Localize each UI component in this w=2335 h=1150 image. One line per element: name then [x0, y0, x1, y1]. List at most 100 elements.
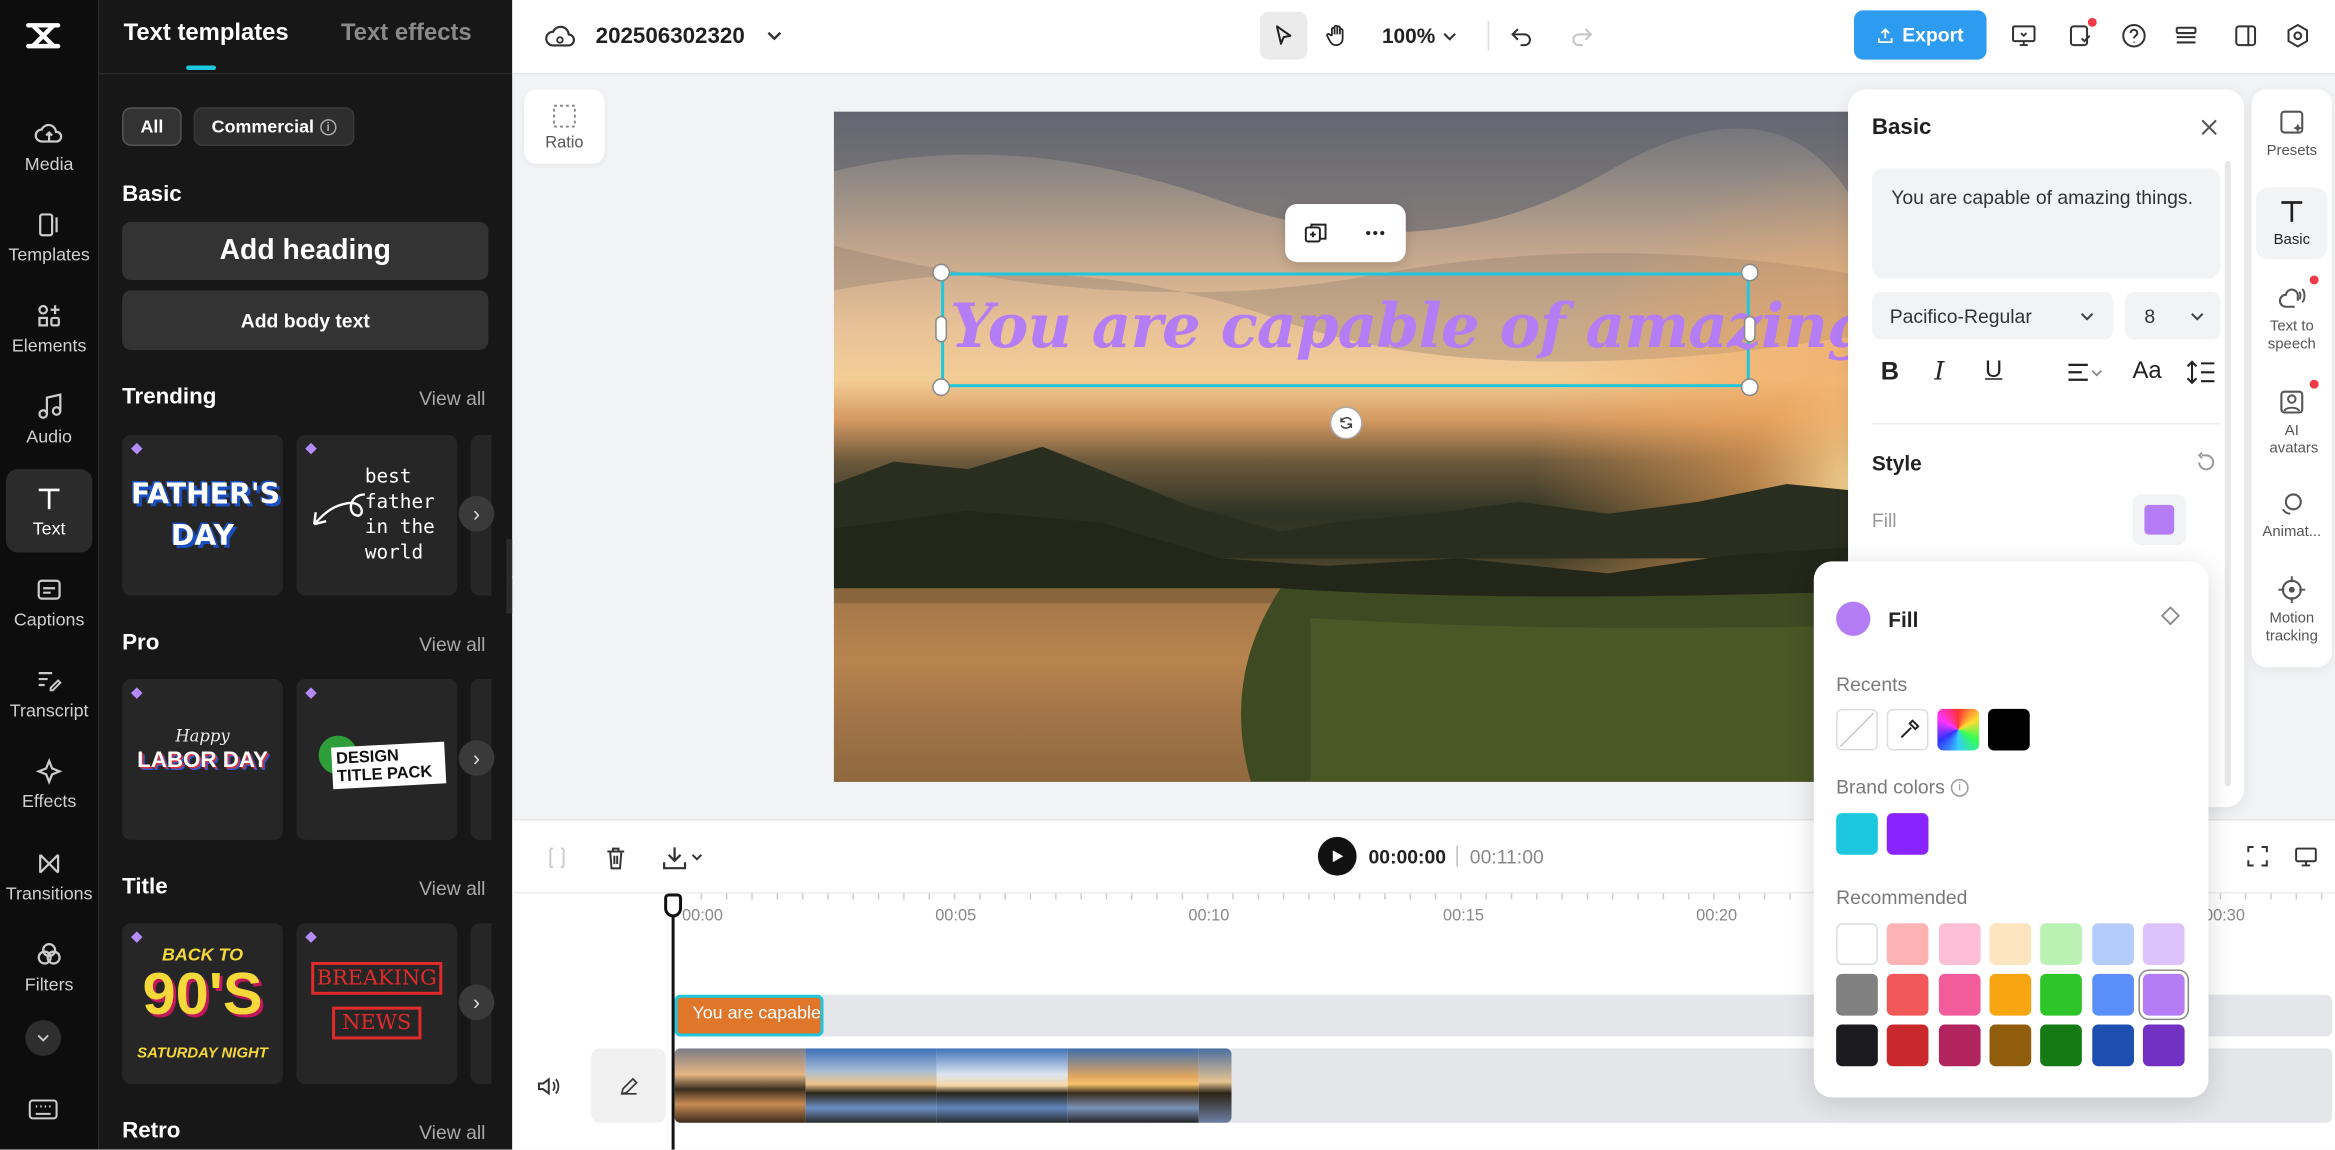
recommended-color-swatch[interactable]: [2142, 923, 2185, 965]
template-card-fathers-day[interactable]: ◆ FATHER'S DAY: [122, 434, 283, 596]
pro-next-button[interactable]: ›: [458, 740, 495, 776]
font-size-select[interactable]: 8: [2125, 291, 2221, 340]
text-clip[interactable]: You are capable: [674, 994, 824, 1037]
rail-text[interactable]: Text: [5, 469, 93, 553]
chevron-down-icon[interactable]: [762, 24, 786, 48]
video-clip[interactable]: [674, 1048, 1232, 1123]
underline-icon[interactable]: U: [1985, 357, 2002, 384]
recommended-color-swatch[interactable]: [1938, 923, 1980, 965]
playhead[interactable]: [671, 894, 675, 1150]
trending-next-button[interactable]: ›: [458, 495, 495, 532]
recommended-color-swatch[interactable]: [2091, 973, 2134, 1016]
present-screen-icon[interactable]: [2006, 18, 2042, 54]
bold-icon[interactable]: B: [1881, 357, 1899, 387]
recommended-color-swatch[interactable]: [1836, 923, 1878, 965]
keyboard-icon[interactable]: [28, 1098, 58, 1122]
retro-view-all-link[interactable]: View all: [419, 1121, 485, 1143]
rail-media[interactable]: Media: [0, 104, 98, 187]
title-view-all-link[interactable]: View all: [419, 877, 485, 899]
gradient-swatch[interactable]: [1937, 708, 1980, 751]
shield-badge-icon[interactable]: [2062, 17, 2098, 54]
capcut-logo-icon[interactable]: [24, 18, 63, 54]
trending-view-all-link[interactable]: View all: [419, 387, 485, 409]
template-card-back-to-90s[interactable]: ◆ BACK TO 90'S SATURDAY NIGHT: [122, 923, 283, 1085]
add-body-text-button[interactable]: Add body text: [122, 290, 489, 350]
cloud-sync-icon[interactable]: [542, 19, 578, 55]
play-button[interactable]: [1317, 836, 1357, 876]
fill-color-swatch[interactable]: [2132, 494, 2187, 546]
rail-motion-tracking[interactable]: Motion tracking: [2252, 575, 2332, 646]
layers-stack-icon[interactable]: [2168, 18, 2204, 54]
recommended-color-swatch[interactable]: [1836, 973, 1878, 1016]
template-card-breaking-news[interactable]: ◆ BREAKING NEWS: [296, 923, 458, 1085]
text-case-icon[interactable]: Aa: [2132, 359, 2161, 386]
align-left-icon[interactable]: [2065, 360, 2104, 384]
hand-pan-icon[interactable]: [1313, 12, 1361, 60]
recommended-color-swatch[interactable]: [2142, 1024, 2185, 1067]
rail-text-to-speech[interactable]: Text to speech: [2252, 283, 2332, 354]
export-button[interactable]: Export: [1854, 10, 1987, 60]
rail-audio[interactable]: Audio: [0, 377, 98, 460]
rail-ai-avatars[interactable]: AI avatars: [2252, 387, 2332, 458]
text-layer-selection[interactable]: You are capable of amazing things.: [941, 272, 2124, 388]
recommended-color-swatch[interactable]: [1989, 973, 2032, 1016]
side-handle[interactable]: [935, 315, 948, 343]
recommended-color-swatch[interactable]: [1989, 923, 2032, 965]
more-options-icon[interactable]: [1363, 220, 1388, 245]
chevron-down-icon[interactable]: [25, 1020, 62, 1056]
recent-black-swatch[interactable]: [1988, 708, 2030, 751]
inspector-scrollbar[interactable]: [2224, 160, 2231, 787]
resize-handle[interactable]: [1740, 263, 1759, 282]
rail-animation[interactable]: Animat...: [2252, 488, 2332, 542]
recommended-color-swatch[interactable]: [2040, 923, 2083, 965]
rail-basic-item[interactable]: Basic: [2252, 197, 2332, 251]
rail-transitions[interactable]: Transitions: [0, 834, 98, 917]
download-icon[interactable]: [658, 841, 709, 874]
recommended-color-swatch[interactable]: [2091, 923, 2134, 965]
resize-handle[interactable]: [1740, 378, 1759, 397]
side-handle[interactable]: [1743, 315, 1756, 343]
resize-handle[interactable]: [932, 263, 951, 282]
preview-display-icon[interactable]: [2289, 840, 2322, 873]
chip-all[interactable]: All: [122, 107, 182, 146]
title-next-button[interactable]: ›: [458, 984, 495, 1021]
rail-presets[interactable]: Presets: [2252, 107, 2332, 161]
chip-commercial[interactable]: Commercial i: [193, 107, 355, 146]
rail-templates[interactable]: Templates: [0, 195, 98, 278]
project-name[interactable]: 202506302320: [596, 24, 745, 49]
pro-view-all-link[interactable]: View all: [419, 633, 485, 655]
undo-icon[interactable]: [1504, 18, 1540, 54]
recommended-color-swatch[interactable]: [1887, 973, 1929, 1016]
recommended-color-swatch[interactable]: [2091, 1024, 2134, 1067]
recommended-color-swatch[interactable]: [1938, 1024, 1980, 1067]
split-icon[interactable]: [542, 843, 572, 873]
template-card-labor-day[interactable]: ◆ Happy LABOR DAY: [122, 679, 283, 840]
rail-elements[interactable]: Elements: [0, 286, 98, 369]
brand-color-swatch[interactable]: [1836, 813, 1878, 855]
info-icon[interactable]: i: [1950, 778, 1969, 796]
template-card-design-title-pack[interactable]: ◆ DESIGN TITLE PACK: [296, 679, 458, 840]
keyframe-diamond-icon[interactable]: [2160, 606, 2182, 627]
redo-icon[interactable]: [1564, 18, 1600, 54]
close-icon[interactable]: [2195, 113, 2222, 140]
recommended-color-swatch[interactable]: [2040, 973, 2083, 1016]
italic-icon[interactable]: I: [1934, 357, 1944, 387]
recommended-color-swatch[interactable]: [1938, 973, 1980, 1016]
rail-effects[interactable]: Effects: [0, 742, 98, 825]
line-spacing-icon[interactable]: [2186, 359, 2216, 386]
no-color-swatch[interactable]: [1836, 708, 1878, 751]
add-heading-button[interactable]: Add heading: [122, 221, 489, 280]
mute-audio-icon[interactable]: [532, 1069, 565, 1102]
recommended-color-swatch[interactable]: [1989, 1024, 2032, 1067]
reset-icon[interactable]: [2195, 451, 2219, 475]
zoom-level[interactable]: 100%: [1382, 24, 1435, 48]
eyedropper-icon[interactable]: [1886, 708, 1929, 751]
rail-transcript[interactable]: Transcript: [0, 651, 98, 734]
recommended-color-swatch[interactable]: [1887, 923, 1929, 965]
duplicate-icon[interactable]: [1303, 220, 1328, 245]
settings-gear-icon[interactable]: [2280, 18, 2316, 54]
help-icon[interactable]: [2116, 18, 2152, 54]
rail-filters[interactable]: Filters: [0, 925, 98, 1008]
text-content-input[interactable]: You are capable of amazing things.: [1871, 168, 2221, 279]
brand-color-swatch[interactable]: [1886, 813, 1929, 855]
